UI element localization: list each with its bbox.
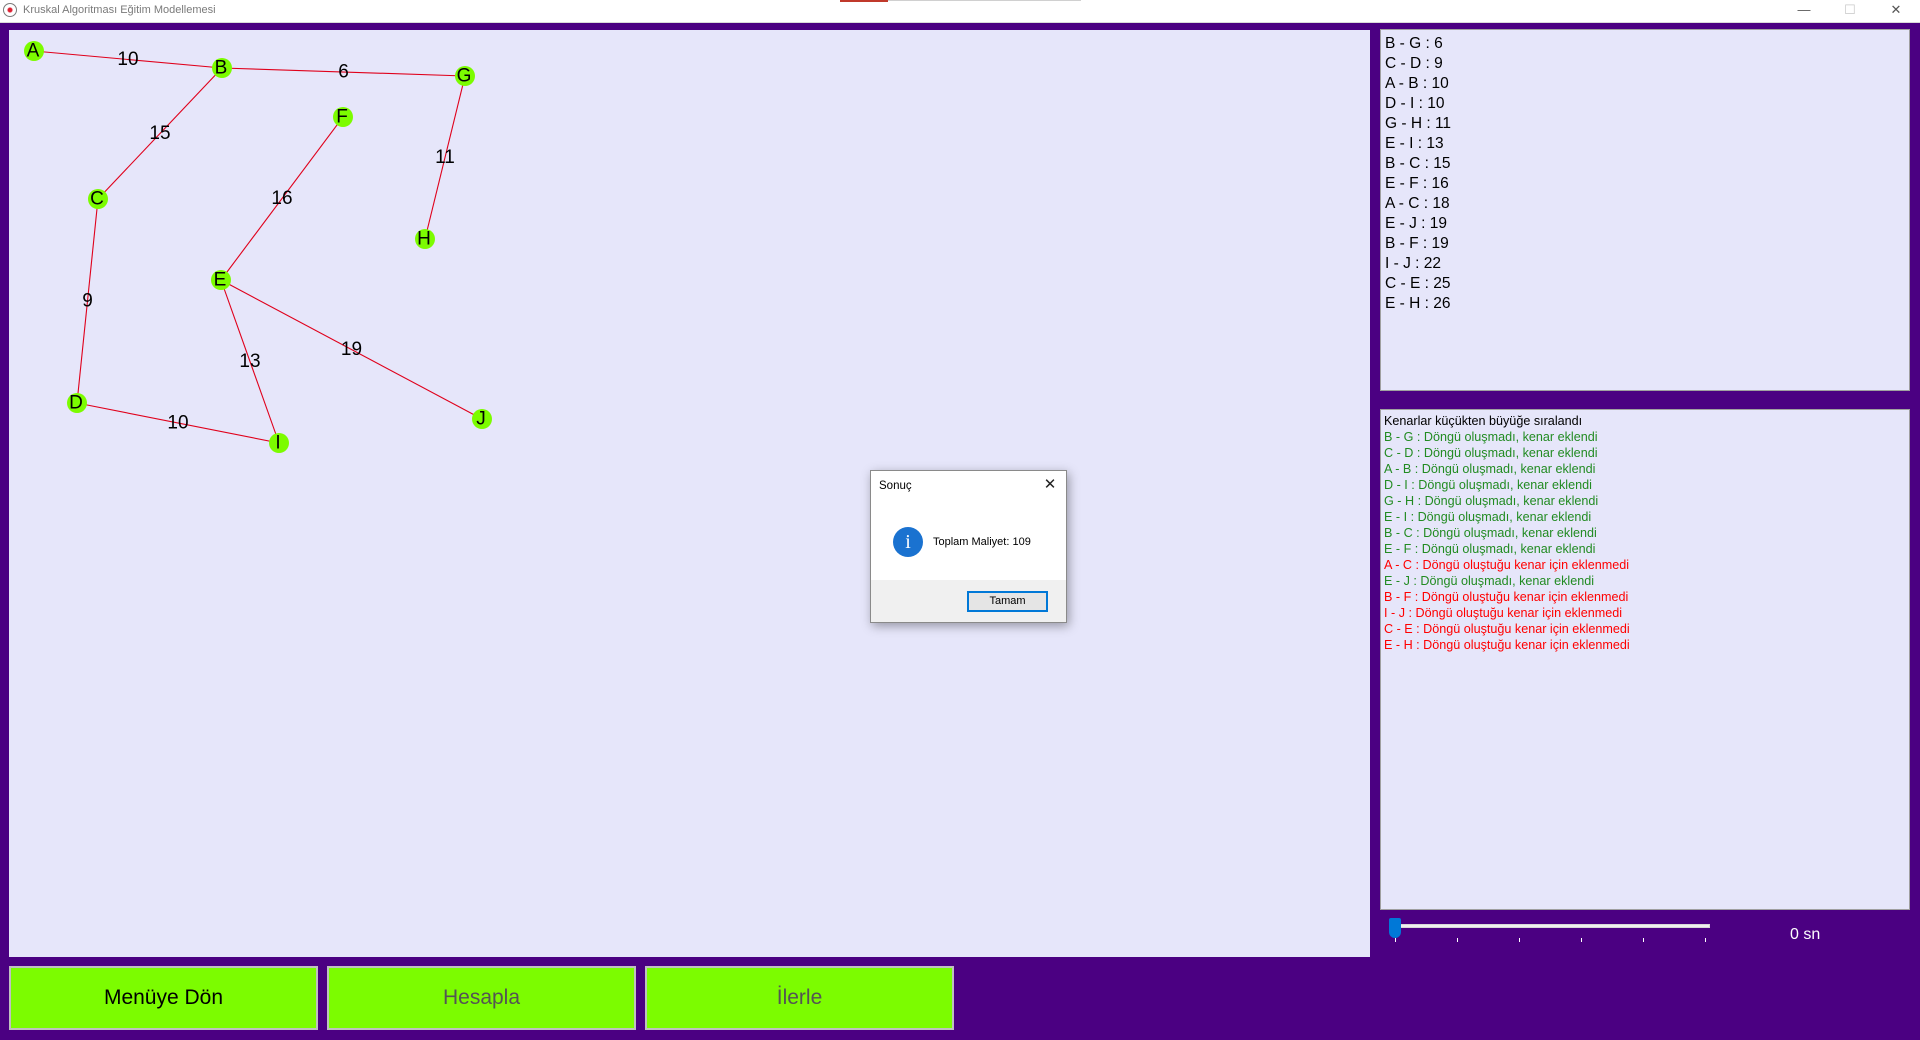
slider-tick [1705, 938, 1706, 942]
edge-weight-label: 19 [341, 339, 362, 360]
node-label: E [214, 270, 227, 291]
sorted-edge-item: A - C : 18 [1385, 195, 1450, 212]
sorted-edge-item: B - G : 6 [1385, 35, 1443, 52]
dialog-message: Toplam Maliyet: 109 [933, 536, 1031, 548]
log-entry: B - C : Döngü oluşmadı, kenar eklendi [1384, 526, 1597, 540]
compute-button[interactable]: Hesapla [327, 966, 636, 1030]
node-label: F [336, 107, 348, 128]
title-accent-line [888, 0, 1081, 1]
node-label: H [417, 229, 431, 250]
log-entries: B - G : Döngü oluşmadı, kenar eklendi C -… [1384, 429, 1909, 653]
log-entry: A - C : Döngü oluştuğu kenar için eklenm… [1384, 558, 1630, 572]
log-entry: G - H : Döngü oluşmadı, kenar eklendi [1384, 494, 1599, 508]
speed-label: 0 sn [1790, 926, 1821, 943]
sorted-edge-item: E - J : 19 [1385, 215, 1448, 232]
sorted-edge-item: I - J : 22 [1385, 255, 1441, 272]
slider-tick [1581, 938, 1582, 942]
edge-weight-label: 11 [435, 147, 455, 168]
log-entry: E - F : Döngü oluşmadı, kenar eklendi [1384, 542, 1596, 556]
node-label: I [275, 433, 280, 454]
node-label: G [457, 66, 472, 87]
edge-weight-label: 6 [338, 62, 349, 83]
dialog-ok-button[interactable]: Tamam [967, 591, 1048, 612]
info-icon: i [893, 527, 923, 557]
algorithm-log[interactable]: Kenarlar küçükten büyüğe sıralandı B - G… [1380, 409, 1910, 910]
sorted-edges-list[interactable]: B - G : 6 C - D : 9 A - B : 10 D - I : 10 G … [1380, 29, 1910, 391]
graph-canvas: 10 6 15 11 16 9 13 19 10 A B G F C H E D I J [9, 30, 1370, 957]
graph-svg: 10 6 15 11 16 9 13 19 10 A B G F C H E D I J [24, 41, 492, 454]
maximize-button[interactable]: ☐ [1827, 0, 1873, 22]
nodes-layer: A B G F C H E D I J [24, 41, 492, 454]
dialog-title: Sonuç [879, 480, 912, 492]
log-entry: C - E : Döngü oluştuğu kenar için eklenm… [1384, 622, 1630, 636]
log-entry: E - J : Döngü oluşmadı, kenar eklendi [1384, 574, 1595, 588]
edge-weight-label: 9 [82, 291, 93, 312]
edge-weight-label: 15 [149, 123, 170, 144]
log-entry: A - B : Döngü oluşmadı, kenar eklendi [1384, 462, 1596, 476]
node-label: J [476, 409, 486, 430]
sorted-edge-item: B - F : 19 [1385, 235, 1449, 252]
edge-weight-label: 13 [239, 351, 260, 372]
log-entry: I - J : Döngü oluştuğu kenar için eklenm… [1384, 606, 1623, 620]
slider-tick [1519, 938, 1520, 942]
sorted-edge-item: A - B : 10 [1385, 75, 1449, 92]
log-entry: E - I : Döngü oluşmadı, kenar eklendi [1384, 510, 1592, 524]
sorted-edge-item: E - H : 26 [1385, 295, 1451, 312]
dialog-close-button[interactable]: ✕ [1039, 476, 1061, 496]
close-window-button[interactable]: ✕ [1873, 0, 1919, 22]
slider-tick [1643, 938, 1644, 942]
title-bar: Kruskal Algoritması Eğitim Modellemesi —… [0, 0, 1920, 23]
sorted-edge-item: C - D : 9 [1385, 55, 1443, 72]
speed-slider-track[interactable] [1390, 924, 1710, 928]
edge-weight-label: 10 [167, 413, 188, 434]
edge-weight-label: 10 [117, 49, 138, 70]
sorted-edge-item: C - E : 25 [1385, 275, 1451, 292]
window-title: Kruskal Algoritması Eğitim Modellemesi [23, 4, 216, 16]
log-entry: C - D : Döngü oluşmadı, kenar eklendi [1384, 446, 1598, 460]
sorted-edge-item: D - I : 10 [1385, 95, 1445, 112]
speed-slider-thumb[interactable] [1389, 918, 1401, 938]
edge-weight-label: 16 [271, 188, 292, 209]
log-entry: E - H : Döngü oluştuğu kenar için eklenm… [1384, 638, 1630, 652]
node-label: B [215, 58, 228, 79]
next-step-button[interactable]: İlerle [645, 966, 954, 1030]
app-icon [3, 3, 17, 17]
log-entry: D - I : Döngü oluşmadı, kenar eklendi [1384, 478, 1592, 492]
sorted-edge-item: E - I : 13 [1385, 135, 1444, 152]
menu-button[interactable]: Menüye Dön [9, 966, 318, 1030]
edges-layer: 10 6 15 11 16 9 13 19 10 [33, 49, 483, 444]
sorted-edge-item: G - H : 11 [1385, 115, 1452, 132]
log-entry: B - G : Döngü oluşmadı, kenar eklendi [1384, 430, 1598, 444]
slider-tick [1457, 938, 1458, 942]
node-label: A [27, 41, 40, 62]
log-entry: B - F : Döngü oluştuğu kenar için eklenm… [1384, 590, 1629, 604]
sorted-edge-item: B - C : 15 [1385, 155, 1451, 172]
sorted-edge-item: E - F : 16 [1385, 175, 1449, 192]
log-header: Kenarlar küçükten büyüğe sıralandı [1384, 414, 1583, 428]
slider-tick [1395, 938, 1396, 942]
result-dialog: Sonuç ✕ i Toplam Maliyet: 109 Tamam [870, 470, 1067, 623]
node-label: C [90, 189, 104, 210]
minimize-button[interactable]: — [1781, 0, 1827, 22]
node-label: D [69, 393, 83, 414]
title-accent [840, 0, 888, 2]
